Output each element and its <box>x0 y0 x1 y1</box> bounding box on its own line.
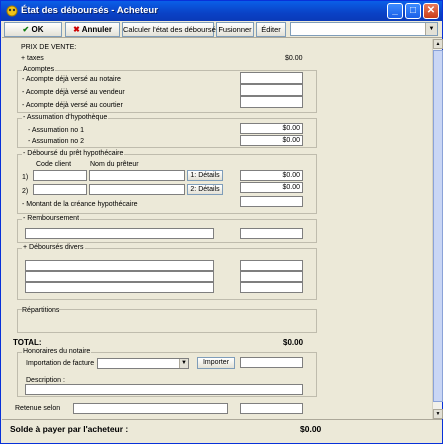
divers-2-desc[interactable] <box>25 271 214 282</box>
montant-creance-field[interactable] <box>240 196 303 207</box>
import-facture-select[interactable]: ▼ <box>97 358 189 369</box>
honoraires-title: Honoraires du notaire <box>22 348 92 355</box>
assumation-title: - Assumation d'hypothèque <box>22 114 109 121</box>
debourse-row2-num: 2) <box>22 188 29 195</box>
acompte-courtier-field[interactable] <box>240 96 303 108</box>
edit-button[interactable]: Éditer <box>256 22 286 37</box>
retenue-value-field[interactable] <box>240 403 303 414</box>
importer-button[interactable]: Importer <box>197 357 235 369</box>
details-1-button[interactable]: 1: Détails <box>187 170 223 181</box>
acompte-courtier-label: - Acompte déjà versé au courtier <box>22 102 123 109</box>
acompte-vendeur-field[interactable] <box>240 84 303 96</box>
scroll-up-arrow-icon[interactable]: ▲ <box>433 39 443 49</box>
taxes-value: $0.00 <box>285 55 303 62</box>
prix-title: PRIX DE VENTE: <box>21 44 77 51</box>
footer-bar: Solde à payer par l'acheteur : $0.00 <box>2 419 442 443</box>
scroll-thumb[interactable] <box>433 50 443 402</box>
assumation-1-label: - Assumation no 1 <box>28 127 85 134</box>
close-button[interactable]: ✕ <box>423 3 439 19</box>
maximize-button[interactable]: □ <box>405 3 421 19</box>
total-label: TOTAL: <box>13 338 42 347</box>
chevron-down-icon[interactable]: ▼ <box>425 23 437 35</box>
repartitions-title: Répartitions <box>22 307 60 314</box>
retenue-label: Retenue selon <box>15 405 61 412</box>
main-window: État des déboursés - Acheteur _ □ ✕ ✔ OK… <box>0 0 443 444</box>
form-content: PRIX DE VENTE: + taxes $0.00 Acomptes - … <box>3 39 431 419</box>
taxes-label: + taxes <box>21 55 44 62</box>
solde-label: Solde à payer par l'acheteur : <box>10 424 129 434</box>
debourse-row1-num: 1) <box>22 174 29 181</box>
nom-preteur-2-field[interactable] <box>89 184 185 195</box>
divers-1-value[interactable] <box>240 260 303 271</box>
toolbar-combo[interactable]: ▼ <box>290 22 438 36</box>
vertical-scrollbar[interactable]: ▲ ▼ <box>432 39 443 419</box>
description-field[interactable] <box>25 384 303 395</box>
title-bar[interactable]: État des déboursés - Acheteur _ □ ✕ <box>1 1 442 21</box>
ok-button[interactable]: ✔ OK <box>4 22 62 37</box>
remboursement-title: - Remboursement <box>22 215 81 222</box>
remboursement-value-field[interactable] <box>240 228 303 239</box>
solde-value: $0.00 <box>300 424 322 434</box>
divers-2-value[interactable] <box>240 271 303 282</box>
app-icon <box>6 5 18 17</box>
details-2-button[interactable]: 2: Détails <box>187 184 223 195</box>
divers-1-desc[interactable] <box>25 260 214 271</box>
assumation-1-field[interactable]: $0.00 <box>240 123 303 134</box>
cancel-x-icon: ✖ <box>73 25 82 34</box>
toolbar: ✔ OK ✖ Annuler Calculer l'état des débou… <box>2 21 442 38</box>
import-facture-label: Importation de facture <box>26 360 95 367</box>
assumation-2-label: - Assumation no 2 <box>28 138 85 145</box>
window-title: État des déboursés - Acheteur <box>21 5 158 16</box>
debourse-1-value[interactable]: $0.00 <box>240 170 303 181</box>
nom-preteur-header: Nom du prêteur <box>90 161 139 168</box>
acompte-notaire-field[interactable] <box>240 72 303 84</box>
debourse-title: - Déboursé du prêt hypothécaire <box>22 150 125 157</box>
nom-preteur-1-field[interactable] <box>89 170 185 181</box>
cancel-button[interactable]: ✖ Annuler <box>65 22 120 37</box>
divers-3-desc[interactable] <box>25 282 214 293</box>
calculate-button[interactable]: Calculer l'état des déboursés <box>122 22 220 37</box>
debourse-2-value[interactable]: $0.00 <box>240 182 303 193</box>
divers-3-value[interactable] <box>240 282 303 293</box>
repartitions-group: Répartitions <box>17 307 317 333</box>
remboursement-desc-field[interactable] <box>25 228 214 239</box>
acomptes-title: Acomptes <box>22 66 56 73</box>
total-value: $0.00 <box>283 338 304 347</box>
montant-creance-label: - Montant de la créance hypothécaire <box>22 201 138 208</box>
code-client-1-field[interactable] <box>33 170 87 181</box>
retenue-desc-field[interactable] <box>73 403 228 414</box>
acompte-notaire-label: - Acompte déjà versé au notaire <box>22 76 121 83</box>
description-label: Description : <box>26 377 65 384</box>
chevron-down-icon[interactable]: ▼ <box>179 359 188 368</box>
scroll-down-arrow-icon[interactable]: ▼ <box>433 409 443 419</box>
code-client-header: Code client <box>36 161 72 168</box>
debourses-divers-title: + Déboursés divers <box>22 244 85 251</box>
assumation-2-field[interactable]: $0.00 <box>240 135 303 146</box>
acompte-vendeur-label: - Acompte déjà versé au vendeur <box>22 89 125 96</box>
merge-button[interactable]: Fusionner <box>216 22 254 37</box>
honoraires-value-field[interactable] <box>240 357 303 368</box>
code-client-2-field[interactable] <box>33 184 87 195</box>
minimize-button[interactable]: _ <box>387 3 403 19</box>
